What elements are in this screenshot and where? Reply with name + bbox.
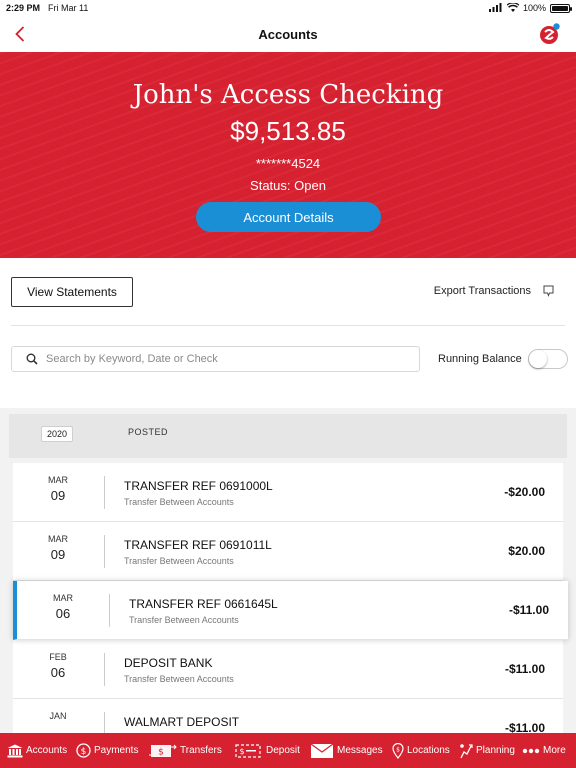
year-badge: 2020 bbox=[41, 426, 73, 442]
tab-locations[interactable]: $ Locations bbox=[392, 733, 450, 768]
view-statements-button[interactable]: View Statements bbox=[11, 277, 133, 307]
date-separator bbox=[104, 476, 105, 509]
transaction-date: MAR 06 bbox=[18, 593, 108, 621]
status-right: 100% bbox=[488, 1, 572, 14]
actions-panel: View Statements Export Transactions Runn… bbox=[0, 258, 576, 408]
transaction-month: MAR bbox=[53, 593, 73, 603]
account-number: *******4524 bbox=[255, 156, 321, 171]
svg-text:$: $ bbox=[239, 747, 244, 756]
transaction-month: MAR bbox=[48, 475, 68, 485]
transaction-type: Transfer Between Accounts bbox=[124, 556, 234, 566]
envelope-icon bbox=[310, 743, 334, 758]
transaction-row[interactable]: MAR 09 TRANSFER REF 0691000L Transfer Be… bbox=[13, 463, 563, 522]
transfer-icon: $ bbox=[149, 744, 177, 757]
transaction-month: JAN bbox=[49, 711, 67, 721]
tab-label: Messages bbox=[337, 745, 383, 756]
transaction-description: TRANSFER REF 0691000L bbox=[124, 479, 273, 493]
posted-column-header: POSTED bbox=[128, 427, 169, 437]
transaction-date: JAN bbox=[13, 711, 103, 724]
tab-planning[interactable]: Planning bbox=[459, 733, 515, 768]
nav-bar: Accounts bbox=[0, 16, 576, 52]
transaction-amount: -$11.00 bbox=[508, 603, 549, 617]
transaction-type: Transfer Between Accounts bbox=[124, 497, 234, 507]
transaction-row[interactable]: FEB 06 DEPOSIT BANK Transfer Between Acc… bbox=[13, 640, 563, 699]
transaction-date: MAR 09 bbox=[13, 475, 103, 503]
running-balance-label: Running Balance bbox=[438, 353, 522, 365]
tab-messages[interactable]: Messages bbox=[310, 733, 383, 768]
battery-percent: 100% bbox=[522, 3, 546, 13]
transactions-header: 2020 POSTED bbox=[9, 414, 567, 458]
account-status: Status: Open bbox=[250, 178, 326, 193]
search-input[interactable] bbox=[46, 353, 386, 365]
transaction-day: 09 bbox=[50, 488, 66, 503]
tab-label: More bbox=[543, 745, 566, 756]
search-icon bbox=[26, 353, 38, 365]
transactions-list: MAR 09 TRANSFER REF 0691000L Transfer Be… bbox=[13, 463, 568, 758]
transaction-day: 06 bbox=[50, 665, 66, 680]
transaction-row[interactable]: MAR 09 TRANSFER REF 0691011L Transfer Be… bbox=[13, 522, 563, 581]
transaction-month: MAR bbox=[48, 534, 68, 544]
transaction-description: WALMART DEPOSIT bbox=[124, 715, 240, 729]
check-deposit-icon: $ bbox=[235, 743, 261, 758]
status-time: 2:29 PM bbox=[6, 3, 41, 13]
date-separator bbox=[104, 653, 105, 686]
transaction-date: MAR 09 bbox=[13, 534, 103, 562]
svg-text:$: $ bbox=[81, 747, 87, 757]
export-transactions-button[interactable]: Export Transactions bbox=[434, 285, 554, 297]
transaction-amount: -$11.00 bbox=[504, 662, 545, 676]
transaction-type: Transfer Between Accounts bbox=[124, 674, 234, 684]
tab-more[interactable]: More bbox=[522, 733, 566, 768]
battery-icon bbox=[550, 3, 572, 13]
tab-deposit[interactable]: $ Deposit bbox=[233, 733, 300, 768]
transaction-day: 06 bbox=[55, 606, 71, 621]
planning-icon bbox=[460, 743, 473, 758]
location-pin-icon: $ bbox=[392, 742, 404, 759]
signal-icon bbox=[488, 2, 503, 14]
tab-accounts[interactable]: Accounts bbox=[7, 733, 67, 768]
running-balance-control: Running Balance bbox=[438, 349, 568, 369]
chevron-left-icon bbox=[15, 26, 25, 42]
account-balance: $9,513.85 bbox=[230, 116, 346, 146]
wifi-icon bbox=[506, 1, 520, 14]
search-box[interactable] bbox=[11, 346, 420, 372]
transaction-date: FEB 06 bbox=[13, 652, 103, 680]
tab-transfers[interactable]: $ Transfers bbox=[149, 733, 222, 768]
account-summary: John's Access Checking $9,513.85 *******… bbox=[0, 52, 576, 258]
more-dots-icon bbox=[522, 748, 540, 753]
export-label: Export Transactions bbox=[433, 285, 531, 297]
account-details-button[interactable]: Account Details bbox=[196, 202, 381, 232]
transaction-amount: $20.00 bbox=[508, 544, 545, 558]
transaction-description: TRANSFER REF 0661645L bbox=[129, 597, 278, 611]
export-icon bbox=[543, 285, 554, 297]
tab-label: Deposit bbox=[266, 745, 300, 756]
page-title: Accounts bbox=[258, 26, 318, 42]
tab-label: Accounts bbox=[26, 745, 68, 756]
bank-icon bbox=[7, 744, 23, 757]
bottom-tab-bar: Accounts $ Payments $ Transfers $ Deposi… bbox=[0, 733, 576, 768]
tab-label: Planning bbox=[476, 745, 515, 756]
tab-payments[interactable]: $ Payments bbox=[76, 733, 138, 768]
transaction-description: DEPOSIT BANK bbox=[124, 656, 213, 670]
bank-logo-icon[interactable] bbox=[538, 22, 562, 46]
transaction-type: Transfer Between Accounts bbox=[129, 615, 239, 625]
running-balance-toggle[interactable] bbox=[527, 349, 568, 369]
date-separator bbox=[109, 594, 110, 627]
dollar-circle-icon: $ bbox=[76, 743, 91, 758]
svg-text:$: $ bbox=[158, 747, 164, 757]
divider bbox=[11, 325, 565, 326]
tab-label: Transfers bbox=[180, 745, 222, 756]
transaction-month: FEB bbox=[49, 652, 67, 662]
svg-text:$: $ bbox=[396, 746, 400, 753]
transaction-description: TRANSFER REF 0691011L bbox=[124, 538, 272, 552]
date-separator bbox=[104, 535, 105, 568]
tab-label: Payments bbox=[94, 745, 139, 756]
tab-label: Locations bbox=[407, 745, 450, 756]
transaction-row-selected[interactable]: MAR 06 TRANSFER REF 0661645L Transfer Be… bbox=[13, 581, 568, 640]
transaction-amount: -$20.00 bbox=[504, 485, 545, 499]
status-bar: 2:29 PM Fri Mar 11 100% bbox=[0, 0, 576, 16]
transaction-day: 09 bbox=[50, 547, 66, 562]
back-button[interactable] bbox=[10, 22, 30, 46]
account-name: John's Access Checking bbox=[132, 80, 444, 110]
status-date: Fri Mar 11 bbox=[48, 3, 89, 13]
